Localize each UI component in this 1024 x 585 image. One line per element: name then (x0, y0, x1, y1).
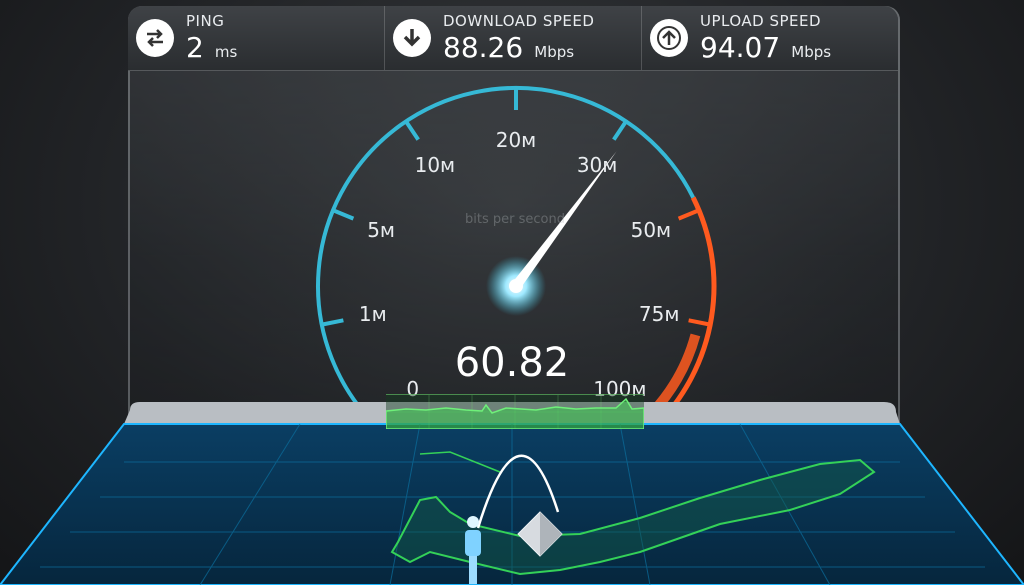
gauge-tick (677, 208, 700, 221)
gauge-tick (688, 318, 711, 327)
gauge-tick (321, 318, 344, 327)
gauge-tick-label: 50м (630, 218, 672, 243)
throughput-graph (385, 394, 645, 430)
gauge-tick-label: 5м (367, 218, 396, 243)
gauge-tick (612, 120, 628, 141)
gauge-tick (332, 208, 355, 221)
gauge-tick-label: 10м (414, 152, 456, 177)
gauge-tick-label: 75м (638, 302, 680, 327)
throughput-sparkline (385, 395, 645, 430)
speed-reading: 60.82 (454, 340, 570, 386)
gauge-tick-label: 30м (576, 152, 618, 177)
gauge-tick-label: 1м (358, 302, 387, 327)
needle-hub (509, 279, 523, 293)
gauge-tick-label: 20м (495, 128, 537, 152)
gauge-tick (404, 120, 420, 141)
gauge-caption: bits per second (465, 212, 565, 227)
